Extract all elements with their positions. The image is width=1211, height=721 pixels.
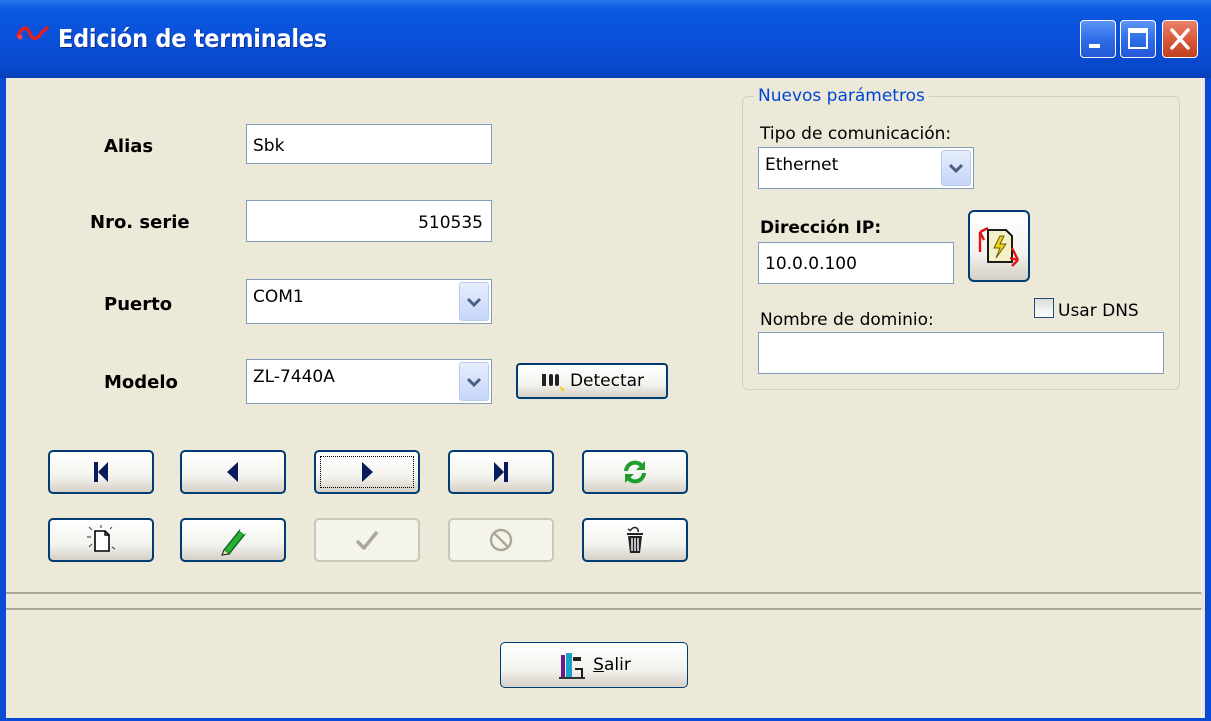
edit-record-button[interactable] — [180, 518, 286, 562]
close-button[interactable] — [1162, 20, 1198, 58]
next-record-button[interactable] — [314, 450, 420, 494]
window-client-area: Alias Nro. serie Puerto COM1 Modelo ZL-7… — [6, 78, 1205, 718]
previous-record-button[interactable] — [180, 450, 286, 494]
model-select[interactable]: ZL-7440A — [246, 359, 492, 404]
window: Edición de terminales Alias Nro. serie P… — [0, 0, 1211, 721]
port-dropdown-button[interactable] — [459, 282, 489, 321]
app-icon — [16, 26, 49, 40]
close-icon — [1170, 28, 1190, 50]
top-panel: Alias Nro. serie Puerto COM1 Modelo ZL-7… — [6, 78, 1202, 594]
exit-door-icon — [559, 653, 586, 679]
ip-address-label: Dirección IP: — [760, 218, 882, 238]
pencil-icon — [221, 529, 246, 556]
ip-address-input[interactable] — [758, 242, 954, 284]
serial-number-label: Nro. serie — [90, 212, 190, 233]
last-record-button[interactable] — [448, 450, 554, 494]
delete-record-button[interactable] — [582, 518, 688, 562]
comm-type-select-value: Ethernet — [765, 155, 839, 175]
model-label: Modelo — [104, 372, 178, 393]
title-bar[interactable]: Edición de terminales — [0, 0, 1211, 78]
maximize-icon — [1128, 28, 1148, 49]
serial-number-input[interactable] — [246, 200, 492, 242]
detect-icon — [541, 374, 565, 392]
window-title: Edición de terminales — [58, 24, 327, 53]
use-dns-label: Usar DNS — [1058, 301, 1139, 321]
chevron-down-icon — [466, 377, 482, 387]
maximize-button[interactable] — [1120, 20, 1156, 58]
detect-button-label: Detectar — [569, 371, 645, 391]
confirm-button[interactable] — [314, 518, 420, 562]
port-select-value: COM1 — [253, 287, 304, 307]
comm-type-select[interactable]: Ethernet — [758, 147, 974, 189]
detect-button[interactable]: Detectar — [516, 363, 668, 399]
exit-button-label: Salir — [593, 655, 631, 675]
comm-type-dropdown-button[interactable] — [941, 150, 971, 186]
model-select-value: ZL-7440A — [253, 367, 335, 387]
domain-name-input[interactable] — [758, 332, 1164, 374]
triangle-right-icon — [362, 462, 373, 482]
trash-icon — [627, 526, 643, 553]
network-transfer-icon — [978, 226, 1020, 267]
skip-last-icon — [494, 462, 508, 482]
comm-type-label: Tipo de comunicación: — [760, 124, 952, 144]
skip-first-icon — [94, 462, 108, 482]
apply-ip-button[interactable] — [968, 210, 1030, 282]
bottom-panel: Salir — [6, 608, 1202, 718]
alias-label: Alias — [104, 136, 154, 157]
chevron-down-icon — [948, 163, 964, 174]
refresh-button[interactable] — [582, 450, 688, 494]
triangle-left-icon — [227, 462, 238, 482]
checkmark-icon — [355, 530, 379, 550]
domain-name-label: Nombre de dominio: — [760, 310, 934, 330]
alias-input[interactable] — [246, 124, 492, 164]
model-dropdown-button[interactable] — [459, 362, 489, 401]
minimize-button[interactable] — [1080, 20, 1116, 58]
chevron-down-icon — [466, 297, 482, 307]
port-label: Puerto — [104, 294, 173, 315]
first-record-button[interactable] — [48, 450, 154, 494]
use-dns-checkbox[interactable] — [1034, 298, 1054, 318]
minimize-icon — [1089, 44, 1100, 48]
new-parameters-group-title: Nuevos parámetros — [754, 86, 929, 106]
prohibited-icon — [489, 528, 513, 552]
cancel-button[interactable] — [448, 518, 554, 562]
port-select[interactable]: COM1 — [246, 279, 492, 324]
new-record-button[interactable] — [48, 518, 154, 562]
exit-button[interactable]: Salir — [500, 642, 688, 688]
new-document-icon — [87, 525, 116, 552]
refresh-icon — [624, 460, 646, 484]
